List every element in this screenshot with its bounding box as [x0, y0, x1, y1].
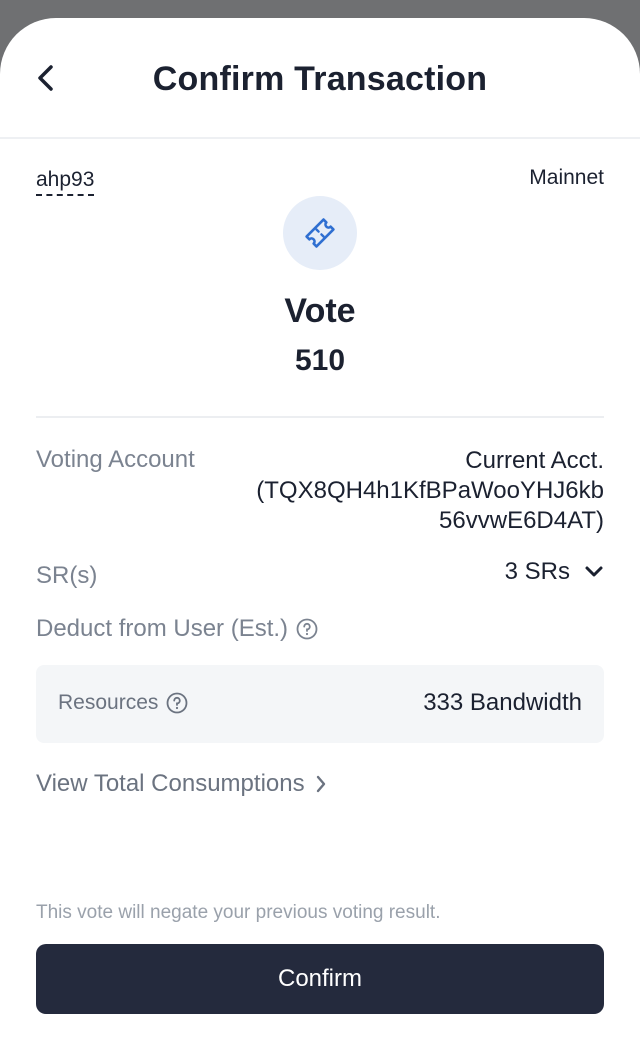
resources-value: 333 Bandwidth: [423, 689, 582, 716]
vote-warning-note: This vote will negate your previous voti…: [36, 902, 441, 923]
voting-account-address-line2: 56vvwE6D4AT): [439, 507, 604, 534]
resources-box: Resources 333 Bandwidth: [36, 665, 604, 743]
section-divider: [36, 416, 604, 418]
deduct-row: Deduct from User (Est.): [36, 615, 318, 643]
voting-account-label: Voting Account: [36, 446, 195, 473]
voting-account-value: Current Acct. (TQX8QH4h1KfBPaWooYHJ6kb 5…: [224, 446, 604, 536]
ticket-icon: [305, 218, 335, 248]
view-total-consumptions-link[interactable]: View Total Consumptions: [36, 770, 327, 798]
confirm-transaction-sheet: Confirm Transaction ahp93 Mainnet Vote 5…: [0, 18, 640, 1050]
account-name[interactable]: ahp93: [36, 168, 95, 196]
confirm-button[interactable]: Confirm: [36, 944, 604, 1014]
page-title: Confirm Transaction: [152, 60, 488, 98]
chevron-down-icon: [585, 566, 603, 577]
header-bar: Confirm Transaction: [0, 18, 640, 139]
deduct-label: Deduct from User (Est.): [36, 615, 289, 642]
vote-icon-badge: [283, 196, 357, 270]
resources-label: Resources: [58, 691, 159, 714]
resources-label-row: Resources: [58, 691, 188, 715]
voting-account-address-line1: (TQX8QH4h1KfBPaWooYHJ6kb: [256, 477, 604, 504]
view-total-label: View Total Consumptions: [36, 770, 305, 797]
chevron-right-icon: [316, 775, 325, 793]
sr-dropdown[interactable]: 3 SRs: [505, 558, 604, 586]
question-icon[interactable]: [296, 618, 318, 640]
sr-label: SR(s): [36, 562, 98, 589]
action-title: Vote: [284, 292, 356, 330]
question-icon[interactable]: [166, 692, 188, 714]
action-amount: 510: [294, 344, 346, 377]
sr-count: 3 SRs: [504, 558, 570, 585]
voting-account-current: Current Acct.: [465, 447, 604, 474]
network-label: Mainnet: [529, 166, 604, 189]
